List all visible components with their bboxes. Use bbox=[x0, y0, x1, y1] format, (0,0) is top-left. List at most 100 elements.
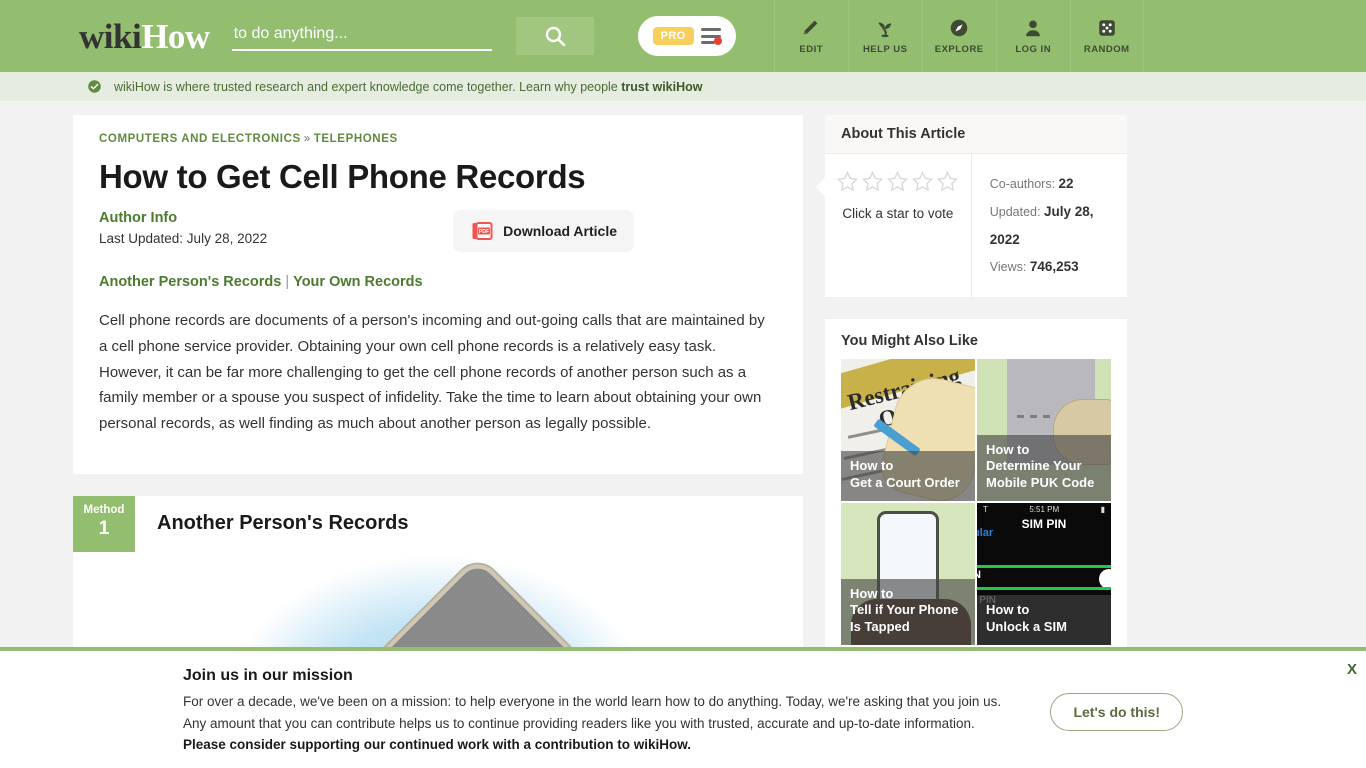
breadcrumb: COMPUTERS AND ELECTRONICS» TELEPHONES bbox=[99, 133, 777, 145]
author-info-link[interactable]: Author Info bbox=[99, 210, 453, 226]
star-4[interactable] bbox=[911, 170, 934, 198]
download-article-label: Download Article bbox=[503, 222, 617, 239]
close-icon[interactable]: X bbox=[1347, 661, 1357, 678]
star-rating[interactable] bbox=[835, 170, 961, 198]
ymal-caption: How to Get a Court Order bbox=[841, 451, 975, 502]
ymal-caption: How to Unlock a SIM bbox=[977, 595, 1111, 646]
download-article-button[interactable]: PDF Download Article bbox=[453, 209, 634, 252]
nav-item-log-in[interactable]: LOG IN bbox=[995, 0, 1070, 72]
lets-do-this-button[interactable]: Let's do this! bbox=[1050, 692, 1183, 731]
check-badge-icon bbox=[87, 79, 102, 94]
pro-menu-button[interactable]: PRO bbox=[637, 16, 736, 56]
nav-item-help-us[interactable]: HELP US bbox=[847, 0, 922, 72]
article-intro-card: COMPUTERS AND ELECTRONICS» TELEPHONES How… bbox=[73, 115, 803, 474]
ymal-title-1: Determine Your Mobile PUK Code bbox=[986, 458, 1095, 491]
stat-updated: Updated: July 28, 2022 bbox=[990, 198, 1127, 254]
pro-badge: PRO bbox=[652, 27, 694, 45]
method-badge: Method 1 bbox=[73, 495, 135, 552]
ymal-grid: RestrainingOrder How to Get a Court Orde… bbox=[825, 359, 1127, 661]
wikihow-logo[interactable]: wikiHow bbox=[79, 19, 210, 54]
svg-text:PDF: PDF bbox=[479, 229, 489, 235]
nav-item-random[interactable]: RANDOM bbox=[1069, 0, 1144, 72]
sim-art-label1: ular bbox=[977, 527, 994, 540]
sidebar-column: About This Article Click a star to vote … bbox=[816, 115, 1127, 683]
hamburger-menu-icon[interactable] bbox=[700, 28, 722, 45]
stat-value-co-authors: 22 bbox=[1058, 176, 1074, 191]
pdf-icon: PDF bbox=[470, 219, 494, 243]
person-icon bbox=[1022, 17, 1044, 39]
donation-banner-title: Join us in our mission bbox=[183, 666, 353, 684]
about-heading: About This Article bbox=[825, 115, 1127, 154]
ymal-howto-3: How to bbox=[986, 602, 1030, 618]
method-link-your-own[interactable]: Your Own Records bbox=[293, 274, 422, 290]
search-button[interactable] bbox=[515, 17, 594, 55]
ymal-item-unlock-sim[interactable]: T 5:51 PM ▮ SIM PIN ular N e PIN How t bbox=[977, 503, 1111, 646]
method-links: Another Person's Records | Your Own Record… bbox=[99, 274, 777, 290]
nav-item-edit[interactable]: EDIT bbox=[773, 0, 848, 72]
method-link-another-person[interactable]: Another Person's Records bbox=[99, 274, 281, 290]
ymal-title-0: Get a Court Order bbox=[850, 475, 960, 491]
main-column: COMPUTERS AND ELECTRONICS» TELEPHONES How… bbox=[73, 115, 803, 683]
method-links-separator: | bbox=[285, 273, 290, 290]
donation-text-plain: For over a decade, we've been on a missi… bbox=[183, 693, 1002, 731]
stat-key-co-authors: Co-authors: bbox=[989, 177, 1056, 191]
trust-banner: wikiHow is where trusted research and ex… bbox=[0, 72, 1366, 101]
donation-banner: Join us in our mission For over a decade… bbox=[0, 647, 1366, 768]
logo-how-text: How bbox=[141, 16, 210, 56]
breadcrumb-item-telephones[interactable]: TELEPHONES bbox=[314, 133, 398, 145]
last-updated-text: Last Updated: July 28, 2022 bbox=[99, 230, 268, 246]
sim-art-label2: N bbox=[977, 569, 981, 581]
method-title: Another Person's Records bbox=[157, 512, 409, 535]
stat-value-views: 746,253 bbox=[1029, 259, 1079, 275]
ymal-howto-1: How to bbox=[986, 441, 1030, 457]
nav-label-log-in: LOG IN bbox=[1015, 44, 1052, 55]
ymal-item-puk-code[interactable]: How to Determine Your Mobile PUK Code bbox=[977, 359, 1111, 502]
nav-label-help-us: HELP US bbox=[862, 44, 908, 55]
hamburger-bar bbox=[700, 41, 715, 44]
star-5[interactable] bbox=[936, 170, 959, 198]
method-badge-word: Method bbox=[83, 504, 125, 517]
ymal-heading: You Might Also Like bbox=[841, 333, 978, 350]
star-3[interactable] bbox=[886, 170, 909, 198]
about-this-article-card: About This Article Click a star to vote … bbox=[816, 115, 1127, 298]
star-2[interactable] bbox=[861, 170, 884, 198]
nav-item-explore[interactable]: EXPLORE bbox=[921, 0, 996, 72]
ymal-howto-0: How to bbox=[850, 458, 894, 474]
rating-widget: Click a star to vote bbox=[825, 154, 972, 298]
compass-icon bbox=[948, 17, 970, 39]
trust-banner-text: wikiHow is where trusted research and ex… bbox=[114, 80, 703, 94]
ymal-item-phone-tapped[interactable]: How to Tell if Your Phone Is Tapped bbox=[841, 503, 975, 646]
site-header: wikiHow PRO bbox=[0, 0, 1366, 72]
donation-text-bold: Please consider supporting our continued… bbox=[183, 737, 692, 753]
rating-label: Click a star to vote bbox=[842, 206, 954, 221]
search-area bbox=[231, 17, 594, 55]
stat-co-authors: Co-authors: 22 bbox=[990, 170, 1127, 198]
ymal-howto-2: How to bbox=[850, 585, 894, 601]
ymal-caption: How to Tell if Your Phone Is Tapped bbox=[841, 578, 975, 646]
trust-text-plain: wikiHow is where trusted research and ex… bbox=[114, 79, 622, 94]
breadcrumb-item-computers[interactable]: COMPUTERS AND ELECTRONICS bbox=[99, 133, 301, 145]
you-might-also-like-card: You Might Also Like RestrainingOrder How… bbox=[825, 319, 1127, 662]
method-header: Method 1 Another Person's Records bbox=[73, 495, 803, 552]
ymal-title-3: Unlock a SIM bbox=[986, 619, 1067, 635]
nav-label-edit: EDIT bbox=[799, 44, 824, 55]
notification-dot bbox=[713, 37, 722, 45]
breadcrumb-separator: » bbox=[303, 133, 311, 145]
donation-banner-text: For over a decade, we've been on a missi… bbox=[183, 691, 1020, 757]
logo-wiki-text: wiki bbox=[79, 16, 142, 56]
hamburger-bar bbox=[700, 28, 721, 31]
sim-art-battery: ▮ bbox=[1100, 505, 1105, 515]
method-badge-number: 1 bbox=[98, 517, 110, 539]
sim-art-screen-title: SIM PIN bbox=[1021, 517, 1067, 532]
about-stats: Co-authors: 22 Updated: July 28, 2022 Vi… bbox=[972, 154, 1127, 297]
article-intro-paragraph: Cell phone records are documents of a pe… bbox=[99, 311, 765, 433]
star-1[interactable] bbox=[836, 170, 859, 198]
ymal-item-court-order[interactable]: RestrainingOrder How to Get a Court Orde… bbox=[841, 359, 975, 502]
stat-key-updated: Updated: bbox=[989, 204, 1041, 219]
nav-label-random: RANDOM bbox=[1083, 44, 1130, 55]
trust-link[interactable]: trust wikiHow bbox=[621, 80, 702, 94]
sim-art-carrier: T bbox=[983, 505, 988, 515]
page-body: COMPUTERS AND ELECTRONICS» TELEPHONES How… bbox=[73, 101, 1293, 683]
search-input[interactable] bbox=[231, 21, 492, 51]
sprout-icon bbox=[874, 17, 896, 39]
